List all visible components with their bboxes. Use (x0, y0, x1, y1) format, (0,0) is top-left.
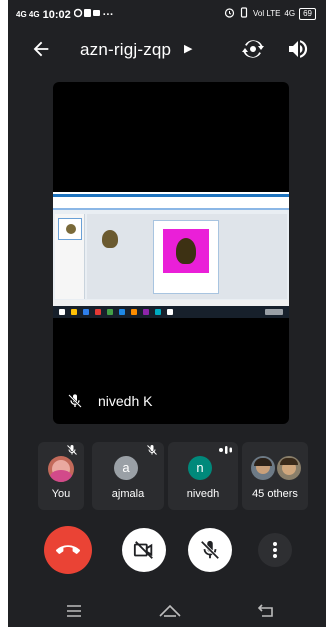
back-icon[interactable] (256, 602, 276, 620)
signal-indicator: 4G (284, 9, 296, 18)
clock: 10:02 (42, 8, 71, 21)
switch-camera-icon[interactable] (241, 37, 265, 61)
menu-icon[interactable] (64, 602, 84, 620)
avatar (251, 456, 275, 480)
end-call-icon (56, 545, 80, 554)
shared-slide-thumbnails (55, 214, 85, 299)
shared-screen (53, 192, 289, 318)
participant-label: ajmala (111, 488, 145, 500)
mic-off-icon (200, 540, 220, 560)
meeting-code[interactable]: azn-rigj-zqp (80, 40, 171, 60)
participant-label: nivedh (186, 488, 220, 500)
emblem-image (102, 230, 118, 248)
participant-card-ajmala[interactable]: a ajmala (92, 442, 164, 510)
more-options-button[interactable] (258, 533, 292, 567)
camera-toggle-button[interactable] (122, 528, 166, 572)
avatar (48, 456, 74, 482)
shared-canvas (87, 214, 287, 299)
chevron-right-icon[interactable]: ▶ (184, 42, 192, 55)
participant-name: nivedh K (98, 393, 153, 409)
call-header: azn-rigj-zqp ▶ (8, 28, 326, 72)
network-indicator: 4G 4G (16, 10, 40, 19)
shared-page (153, 220, 219, 294)
end-call-button[interactable] (44, 526, 92, 574)
system-nav-bar (8, 596, 326, 627)
vibrate-icon (239, 7, 249, 20)
participant-card-nivedh[interactable]: n nivedh (168, 442, 238, 510)
mic-toggle-button[interactable] (188, 528, 232, 572)
notification-icons (73, 8, 100, 21)
mic-off-icon (68, 394, 82, 408)
avatar (277, 456, 301, 480)
speaking-indicator-icon (219, 446, 232, 454)
volte-indicator: Vol LTE (253, 9, 281, 18)
speaker-icon[interactable] (286, 37, 310, 61)
camera-off-icon (133, 541, 153, 559)
participant-label: 45 others (252, 488, 298, 500)
avatar: n (188, 456, 212, 480)
mic-off-icon (67, 445, 77, 455)
participant-strip: You a ajmala n nivedh 45 others (38, 442, 308, 510)
more-vert-icon (273, 542, 277, 558)
alarm-icon (224, 7, 235, 20)
avatar: a (114, 456, 138, 480)
participant-card-others[interactable]: 45 others (242, 442, 308, 510)
battery-indicator: 69 (299, 7, 316, 20)
participant-label: You (51, 488, 71, 500)
mic-off-icon (147, 445, 157, 455)
home-icon[interactable] (158, 602, 182, 620)
back-arrow-icon[interactable] (30, 38, 52, 60)
meet-call-screen: 4G 4G 10:02 ··· Vol LTE 4G 69 azn-rigj-z… (8, 0, 326, 627)
main-video-tile[interactable]: nivedh K (53, 82, 289, 424)
call-controls (8, 526, 326, 576)
status-bar: 4G 4G 10:02 ··· Vol LTE 4G 69 (8, 0, 326, 28)
shared-taskbar (53, 306, 289, 318)
more-notifications: ··· (102, 8, 114, 21)
participant-card-you[interactable]: You (38, 442, 84, 510)
pink-emblem-image (163, 229, 209, 273)
